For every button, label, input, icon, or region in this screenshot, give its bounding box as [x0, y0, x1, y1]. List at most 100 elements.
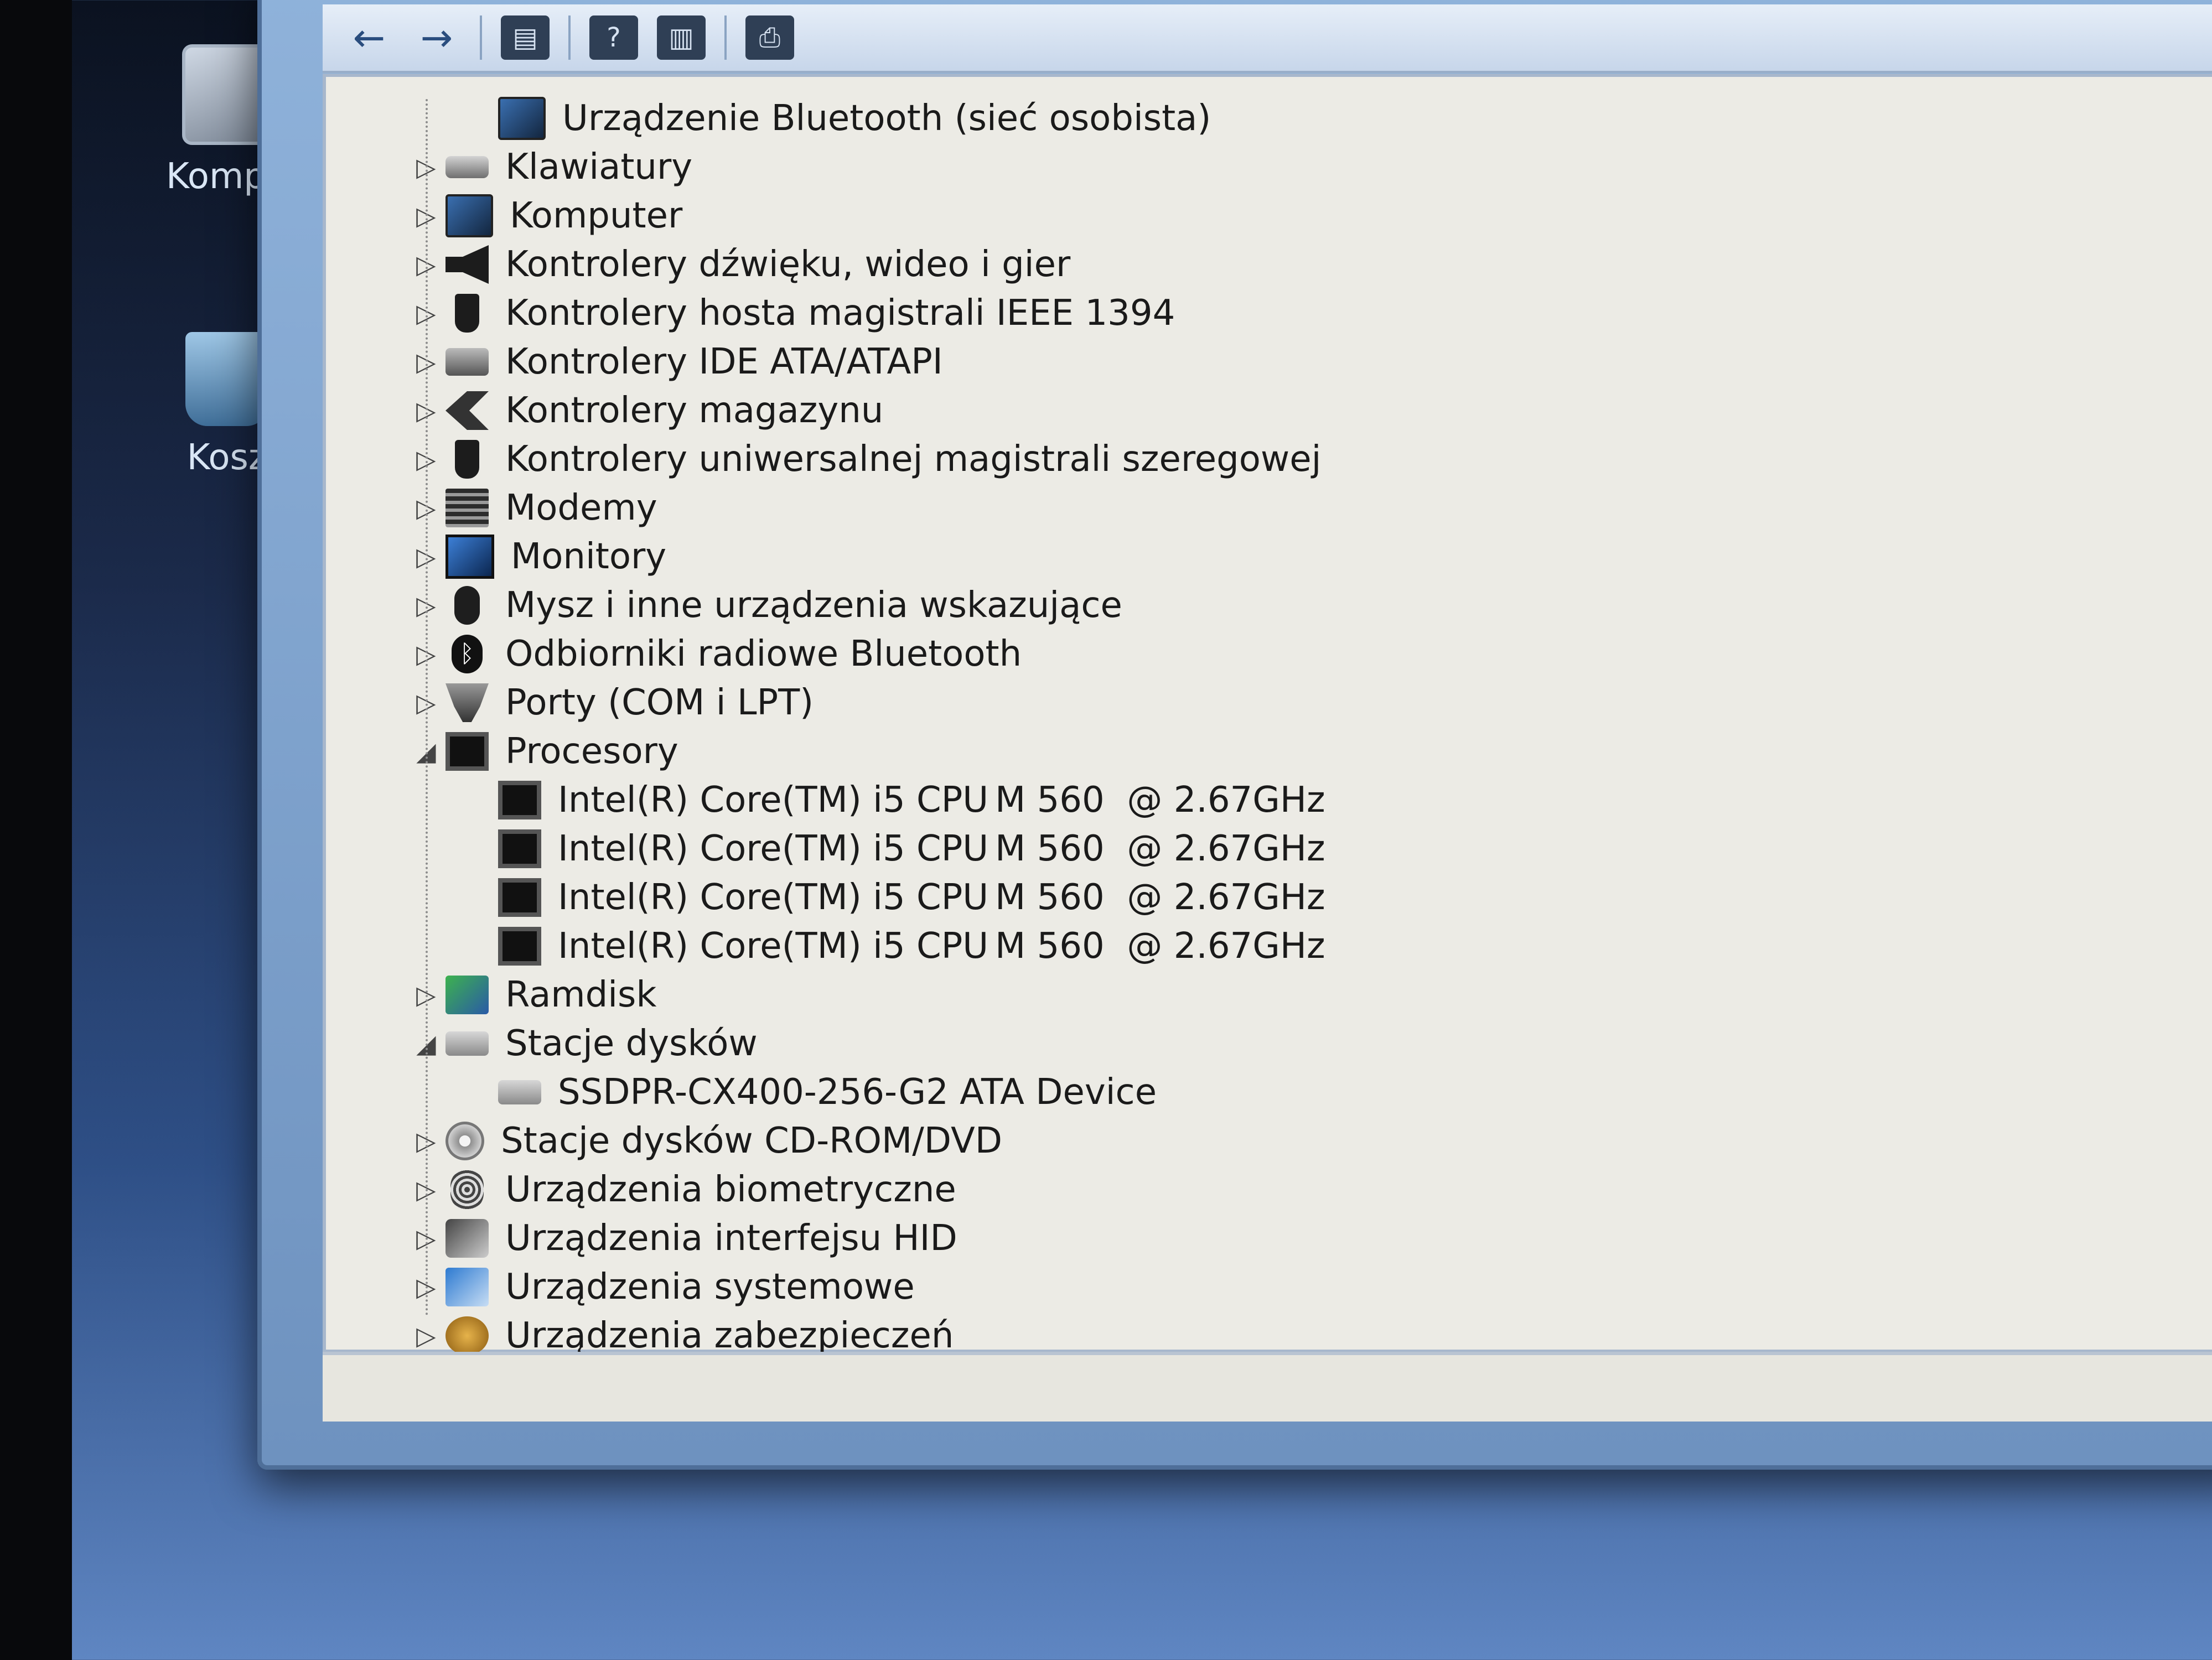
disk-drive-icon: [498, 1080, 541, 1104]
forward-arrow-icon: →: [420, 15, 453, 60]
ide-controller-icon: [445, 348, 489, 376]
status-bar: [323, 1352, 2212, 1422]
device-label: Komputer: [510, 195, 683, 236]
processor-icon: [498, 781, 541, 819]
device-label: Intel(R) Core(TM) i5 CPU M 560 @ 2.67GHz: [558, 780, 1325, 821]
toolbar-separator: [724, 15, 727, 60]
expand-toggle-icon[interactable]: ▷: [415, 1321, 438, 1351]
processor-icon: [498, 829, 541, 868]
tree-category[interactable]: ▷ Mysz i inne urządzenia wskazujące: [415, 580, 1122, 630]
tree-device[interactable]: Intel(R) Core(TM) i5 CPU M 560 @ 2.67GHz: [467, 824, 1325, 874]
tree-device[interactable]: Intel(R) Core(TM) i5 CPU M 560 @ 2.67GHz: [467, 775, 1325, 825]
device-label: Kontrolery IDE ATA/ATAPI: [505, 341, 943, 382]
device-label: Procesory: [505, 731, 678, 772]
tree-category[interactable]: ▷ Komputer: [415, 191, 682, 241]
tree-device[interactable]: SSDPR-CX400-256-G2 ATA Device: [467, 1067, 1157, 1117]
cpu-model-label: Intel(R) Core(TM) i5 CPU: [558, 780, 989, 821]
cpu-speed-label: M 560 @ 2.67GHz: [995, 877, 1325, 918]
usb-icon: [455, 440, 479, 479]
tree-device[interactable]: Urządzenie Bluetooth (sieć osobista): [467, 94, 1211, 143]
device-label: Kontrolery dźwięku, wideo i gier: [505, 244, 1071, 285]
device-label: Intel(R) Core(TM) i5 CPU M 560 @ 2.67GHz: [558, 828, 1325, 869]
tree-category[interactable]: ▷ Kontrolery magazynu: [415, 386, 883, 435]
toolbar-separator: [480, 15, 482, 60]
tree-category[interactable]: ▷ Porty (COM i LPT): [415, 678, 814, 728]
device-label: Klawiatury: [505, 147, 693, 188]
tree-category[interactable]: ▷ Modemy: [415, 483, 657, 533]
device-tree: Urządzenie Bluetooth (sieć osobista) ▷ Kla…: [323, 74, 2212, 1356]
tree-category[interactable]: ▷ Klawiatury: [415, 142, 692, 192]
cpu-speed-label: M 560 @ 2.67GHz: [995, 828, 1325, 869]
processor-icon: [498, 927, 541, 966]
device-label: Stacje dysków: [505, 1023, 758, 1064]
tree-category[interactable]: ▷ Urządzenia interfejsu HID: [415, 1213, 957, 1263]
device-label: Mysz i inne urządzenia wskazujące: [505, 585, 1122, 626]
tree-category[interactable]: ◢ Stacje dysków: [415, 1019, 758, 1068]
device-label: Kontrolery uniwersalnej magistrali szere…: [505, 439, 1322, 480]
help-button[interactable]: ?: [589, 15, 638, 60]
back-arrow-icon: ←: [353, 15, 386, 60]
hid-icon: [445, 1219, 489, 1258]
monitor-icon: [445, 535, 494, 579]
device-label: Kontrolery hosta magistrali IEEE 1394: [505, 293, 1175, 334]
mouse-icon: [454, 586, 480, 625]
network-icon: [445, 976, 489, 1014]
device-label: Urządzenia interfejsu HID: [505, 1218, 957, 1259]
view-icon: ▥: [669, 22, 694, 53]
plug-icon: [455, 294, 479, 333]
device-label: Intel(R) Core(TM) i5 CPU M 560 @ 2.67GHz: [558, 926, 1325, 967]
tree-device[interactable]: Intel(R) Core(TM) i5 CPU M 560 @ 2.67GHz: [467, 873, 1325, 922]
device-label: Odbiorniki radiowe Bluetooth: [505, 634, 1022, 675]
view-button[interactable]: ▥: [657, 15, 706, 60]
tree-category[interactable]: ▷ ᛒ Odbiorniki radiowe Bluetooth: [415, 629, 1022, 679]
tree-category[interactable]: ▷ Stacje dysków CD-ROM/DVD: [415, 1116, 1002, 1166]
back-button[interactable]: ←: [345, 15, 393, 60]
tree-category[interactable]: ▷ Monitory: [415, 532, 666, 582]
disk-drive-icon: [445, 1031, 489, 1056]
processor-icon: [445, 732, 489, 771]
device-label: SSDPR-CX400-256-G2 ATA Device: [558, 1072, 1157, 1113]
tree-category[interactable]: ◢ Procesory: [415, 727, 678, 776]
device-label: Kontrolery magazynu: [505, 390, 884, 431]
fingerprint-icon: [450, 1170, 484, 1209]
speaker-icon: [445, 245, 489, 284]
tree-category[interactable]: ▷ Kontrolery hosta magistrali IEEE 1394: [415, 288, 1175, 338]
cd-drive-icon: [445, 1122, 484, 1160]
properties-button[interactable]: ▤: [501, 15, 550, 60]
device-label: Urządzenie Bluetooth (sieć osobista): [562, 98, 1211, 139]
tree-category[interactable]: ▷ Ramdisk: [415, 970, 656, 1020]
forward-button[interactable]: →: [412, 15, 461, 60]
computer-icon: [445, 194, 493, 237]
device-label: Urządzenia biometryczne: [505, 1169, 956, 1210]
device-label: Monitory: [511, 536, 667, 577]
device-label: Modemy: [505, 487, 657, 528]
properties-icon: ▤: [512, 22, 538, 53]
security-icon: [445, 1316, 489, 1355]
tree-category[interactable]: ▷ Urządzenia biometryczne: [415, 1165, 956, 1215]
device-label: Intel(R) Core(TM) i5 CPU M 560 @ 2.67GHz: [558, 877, 1325, 918]
device-label: Stacje dysków CD-ROM/DVD: [501, 1120, 1002, 1161]
toolbar-separator: [568, 15, 571, 60]
tree-device[interactable]: Intel(R) Core(TM) i5 CPU M 560 @ 2.67GHz: [467, 921, 1325, 971]
port-icon: [445, 683, 489, 722]
device-label: Porty (COM i LPT): [505, 682, 814, 723]
cpu-speed-label: M 560 @ 2.67GHz: [995, 780, 1325, 821]
bluetooth-icon: ᛒ: [452, 635, 483, 673]
cpu-model-label: Intel(R) Core(TM) i5 CPU: [558, 828, 989, 869]
modem-icon: [445, 489, 489, 527]
scan-hardware-button[interactable]: ⎙: [745, 15, 794, 60]
device-label: Ramdisk: [505, 974, 657, 1015]
tree-category[interactable]: ▷ Kontrolery uniwersalnej magistrali szer…: [415, 434, 1321, 484]
tree-category[interactable]: ▷ Kontrolery IDE ATA/ATAPI: [415, 337, 943, 387]
storage-controller-icon: [445, 391, 489, 430]
device-manager-window: ← → ▤ ? ▥ ⎙ Urządzenie Bluetooth (sieć o…: [257, 0, 2212, 1470]
pc-icon: [498, 97, 546, 140]
cpu-model-label: Intel(R) Core(TM) i5 CPU: [558, 926, 989, 967]
device-label: Urządzenia zabezpieczeń: [505, 1315, 954, 1356]
cpu-speed-label: M 560 @ 2.67GHz: [995, 926, 1325, 967]
recycle-bin-icon: [185, 332, 268, 426]
help-icon: ?: [607, 22, 621, 53]
tree-category[interactable]: ▷ Kontrolery dźwięku, wideo i gier: [415, 240, 1070, 289]
processor-icon: [498, 878, 541, 917]
tree-category[interactable]: ▷ Urządzenia systemowe: [415, 1262, 914, 1312]
